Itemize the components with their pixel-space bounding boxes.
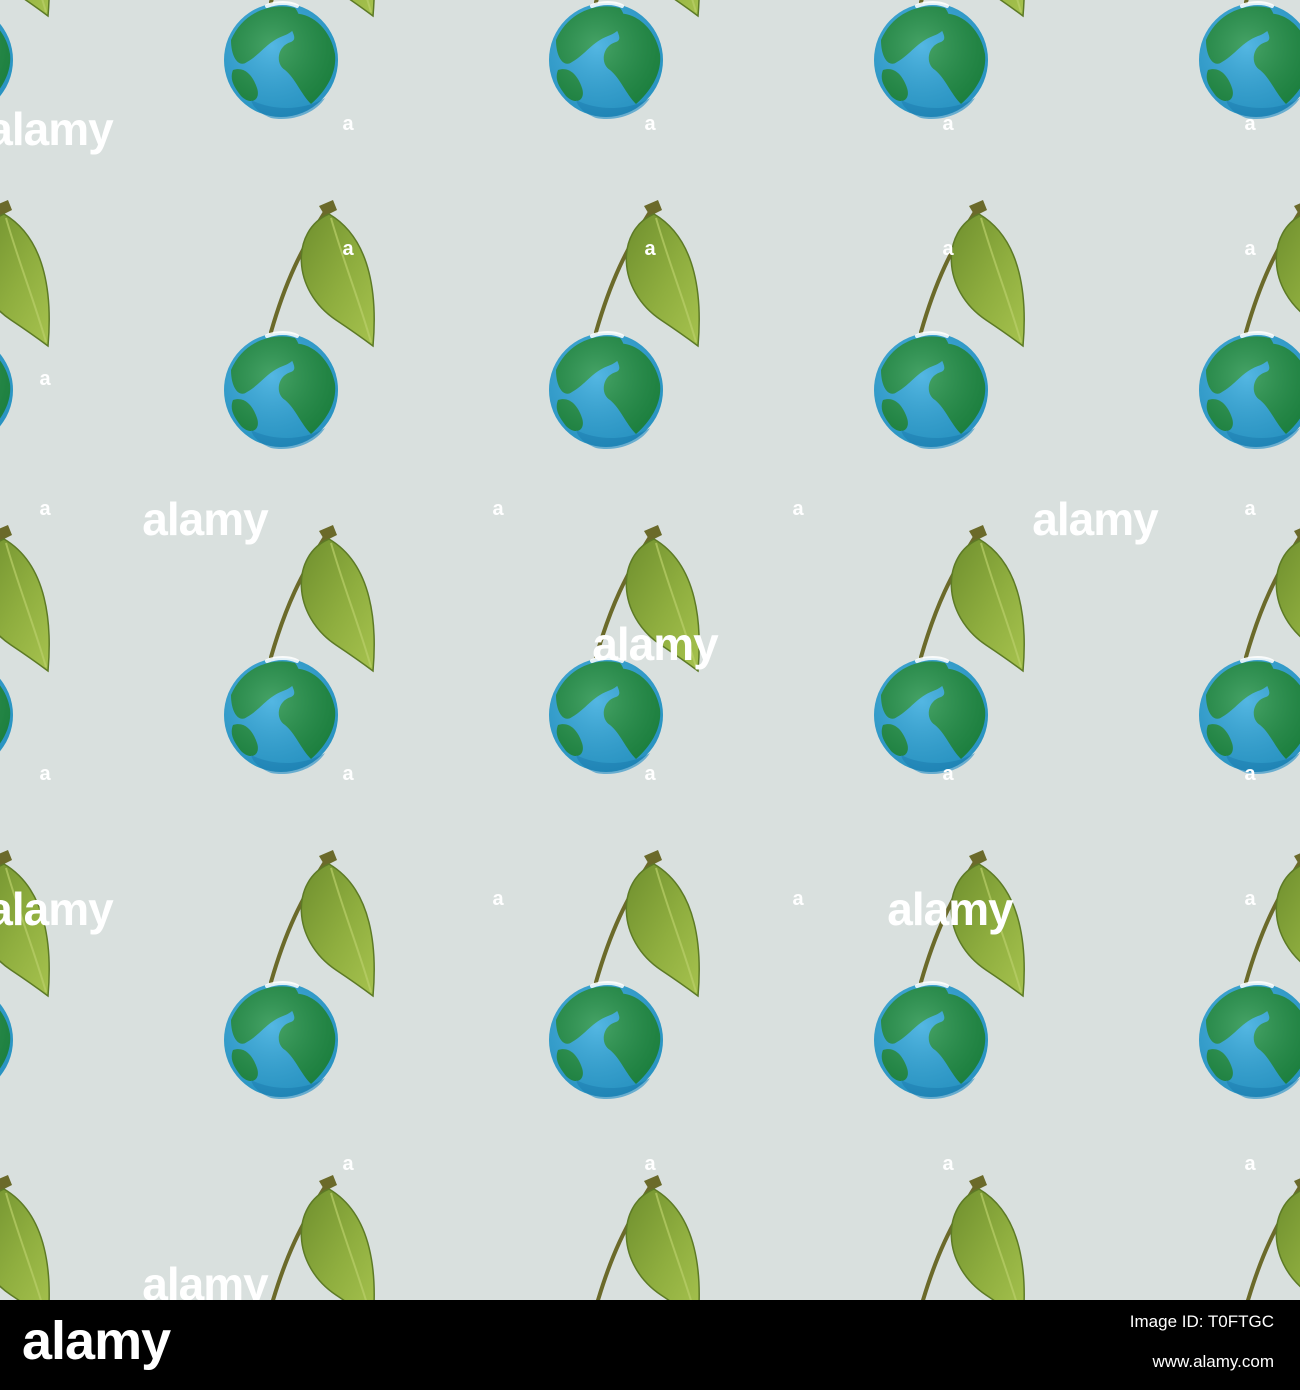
watermark-letter: a <box>342 113 354 135</box>
watermark-text: alamy <box>0 883 114 935</box>
watermark-letter: a <box>342 1153 354 1175</box>
watermark-letter: a <box>942 238 954 260</box>
watermark-letter: a <box>1244 1153 1256 1175</box>
watermark-letter: a <box>942 113 954 135</box>
watermark-letter: a <box>492 888 504 910</box>
watermark-text: alamy <box>142 1258 269 1300</box>
watermark-letter: a <box>492 498 504 520</box>
pattern-svg: alamy alamy alamy alamy alamy alamy alamy a a a a a… <box>0 0 1300 1300</box>
watermark-letter: a <box>942 763 954 785</box>
footer-bar: alamy Image ID: T0FTGC www.alamy.com <box>0 1300 1300 1390</box>
watermark-letter: a <box>1244 763 1256 785</box>
watermark-letter: a <box>342 238 354 260</box>
watermark-letter: a <box>644 1153 656 1175</box>
watermark-letter: a <box>644 238 656 260</box>
alamy-logo: alamy <box>22 1311 171 1371</box>
watermark-letter: a <box>644 113 656 135</box>
watermark-text: alamy <box>887 883 1014 935</box>
image-id-label: Image ID: T0FTGC <box>1129 1312 1274 1331</box>
watermark-letter: a <box>1244 888 1256 910</box>
watermark-letter: a <box>792 888 804 910</box>
watermark-letter: a <box>1244 113 1256 135</box>
watermark-letter: a <box>342 763 354 785</box>
watermark-letter: a <box>1244 238 1256 260</box>
watermark-letter: a <box>39 498 51 520</box>
stock-image-canvas: alamy alamy alamy alamy alamy alamy alamy a a a a a… <box>0 0 1300 1390</box>
seamless-pattern: alamy alamy alamy alamy alamy alamy alamy a a a a a… <box>0 0 1300 1300</box>
watermark-text: alamy <box>1032 493 1159 545</box>
watermark-letter: a <box>644 763 656 785</box>
site-url: www.alamy.com <box>1152 1352 1274 1371</box>
watermark-letter: a <box>792 498 804 520</box>
watermark-letter: a <box>1244 498 1256 520</box>
watermark-letter: a <box>39 368 51 390</box>
watermark-text: alamy <box>142 493 269 545</box>
watermark-text: alamy <box>592 618 719 670</box>
watermark-letter: a <box>39 763 51 785</box>
watermark-letter: a <box>942 1153 954 1175</box>
watermark-text: alamy <box>0 103 114 155</box>
